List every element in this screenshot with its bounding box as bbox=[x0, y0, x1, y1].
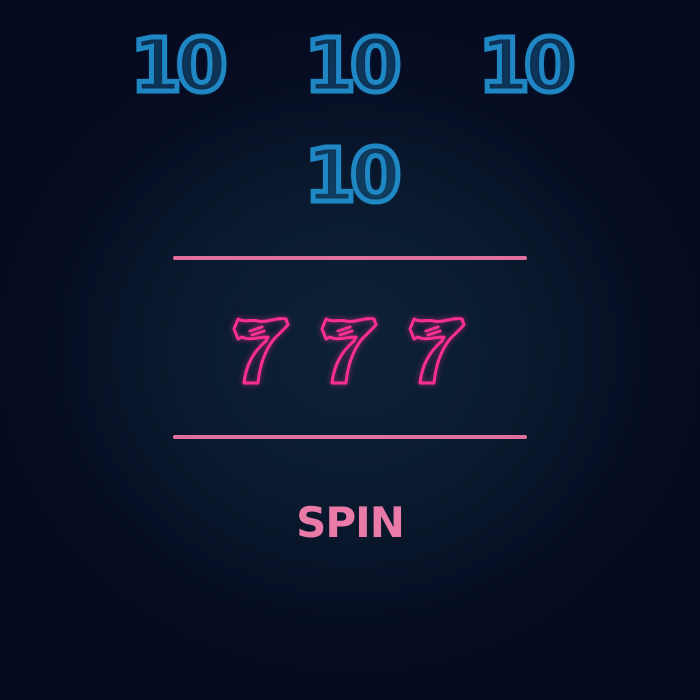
spin-button[interactable]: SPIN bbox=[250, 495, 450, 551]
reel-slot bbox=[316, 315, 380, 387]
reel-divider-bottom bbox=[173, 435, 527, 439]
score-panel: 10 10 10 10 bbox=[0, 22, 700, 224]
reel-slot bbox=[228, 315, 292, 387]
reel-slot bbox=[404, 315, 468, 387]
score-value: 10 bbox=[128, 22, 230, 111]
score-value: 10 bbox=[476, 22, 578, 111]
seven-icon bbox=[232, 317, 290, 385]
seven-icon bbox=[320, 317, 378, 385]
slot-machine-screen: { "scores": ["10", "10", "10", "10"], "r… bbox=[0, 0, 700, 700]
score-value: 10 bbox=[302, 132, 404, 221]
score-value: 10 bbox=[302, 22, 404, 111]
reel-divider-top bbox=[173, 256, 527, 260]
seven-icon bbox=[408, 317, 466, 385]
reel-window bbox=[228, 315, 478, 390]
